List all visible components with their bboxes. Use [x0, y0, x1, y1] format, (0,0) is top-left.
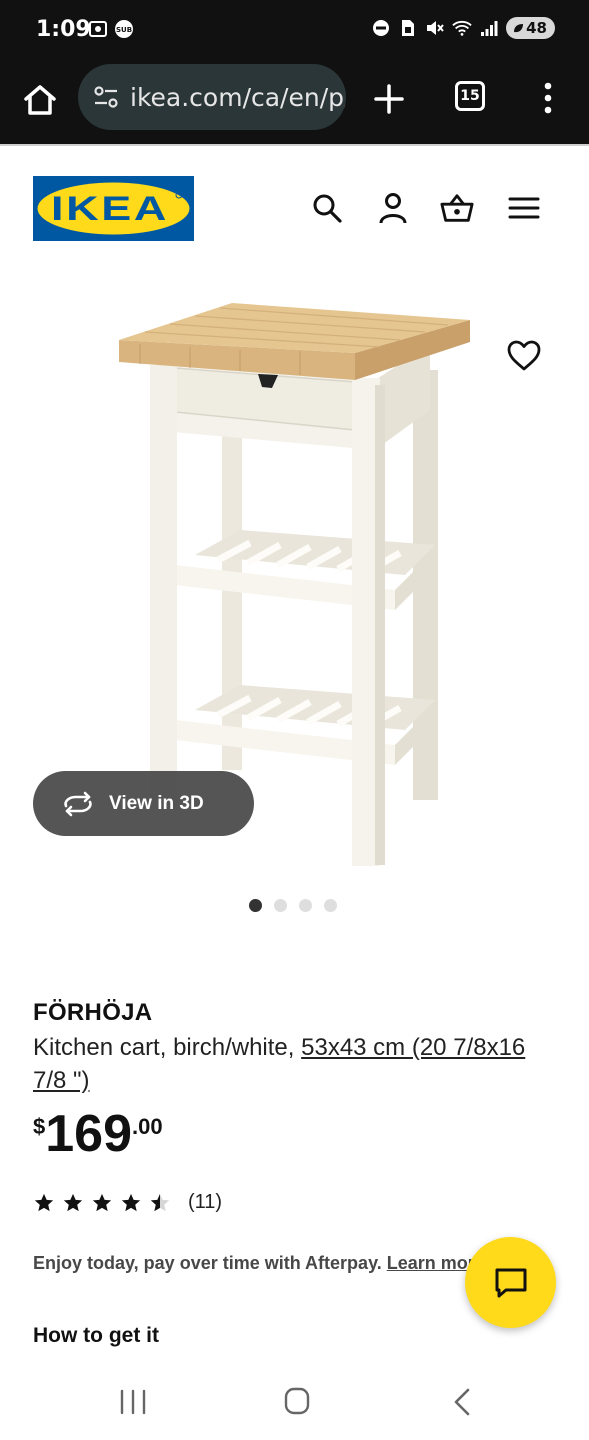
account-icon[interactable]: [376, 191, 410, 225]
product-rating[interactable]: (11): [33, 1191, 222, 1214]
browser-toolbar: ikea.com/ca/en/p/ 15: [0, 60, 589, 144]
status-bar: 1:09 SUB 48: [0, 0, 589, 60]
system-home-icon[interactable]: [283, 1386, 311, 1416]
ikea-logo[interactable]: IKEA: [33, 176, 194, 241]
new-tab-icon[interactable]: [370, 80, 408, 118]
browser-menu-icon[interactable]: [536, 78, 560, 118]
tab-switcher-button[interactable]: 15: [455, 81, 485, 111]
price-decimal: .00: [132, 1114, 163, 1139]
star-icon: [121, 1193, 141, 1211]
home-icon[interactable]: [20, 80, 60, 120]
rotate-3d-icon: [64, 791, 92, 816]
svg-text:IKEA: IKEA: [51, 190, 169, 228]
hamburger-icon[interactable]: [507, 191, 541, 225]
chat-icon: [495, 1268, 526, 1297]
star-icon: [92, 1193, 112, 1211]
tab-count: 15: [460, 88, 480, 104]
sim-icon: [398, 18, 418, 38]
afterpay-message: Enjoy today, pay over time with Afterpay…: [33, 1253, 493, 1274]
status-time: 1:09: [36, 17, 91, 42]
leaf-icon: [514, 24, 524, 33]
price-integer: 169: [45, 1105, 133, 1163]
star-icon: [63, 1193, 83, 1211]
how-to-get-heading: How to get it: [33, 1324, 159, 1347]
recent-apps-icon[interactable]: [118, 1388, 148, 1416]
battery-indicator: 48: [506, 17, 555, 39]
screenshot-icon: [88, 19, 108, 39]
gallery-dot-3[interactable]: [299, 899, 312, 912]
view-in-3d-label: View in 3D: [109, 792, 204, 814]
wifi-icon: [452, 18, 472, 38]
dnd-icon: [371, 18, 391, 38]
rating-count: (11): [188, 1191, 223, 1213]
view-in-3d-button[interactable]: View in 3D: [33, 771, 254, 836]
url-text: ikea.com/ca/en/p/: [130, 82, 346, 112]
favorite-heart-icon[interactable]: [506, 338, 542, 374]
gallery-dot-4[interactable]: [324, 899, 337, 912]
address-bar[interactable]: ikea.com/ca/en/p/: [78, 64, 346, 130]
browser-divider: [0, 144, 589, 146]
gallery-dot-2[interactable]: [274, 899, 287, 912]
search-icon[interactable]: [310, 191, 344, 225]
product-type: Kitchen cart, birch/white,: [33, 1034, 302, 1061]
chat-button[interactable]: [465, 1237, 556, 1328]
signal-icon: [479, 18, 499, 38]
price-currency: $: [33, 1114, 46, 1139]
half-star-icon: [150, 1193, 170, 1211]
app-badge-icon: SUB: [114, 19, 134, 39]
back-icon[interactable]: [450, 1386, 474, 1418]
product-name: FÖRHÖJA: [33, 999, 153, 1026]
svg-text:SUB: SUB: [116, 26, 132, 34]
basket-icon[interactable]: [440, 191, 474, 225]
mute-icon: [425, 18, 445, 38]
gallery-dot-1[interactable]: [249, 899, 262, 912]
star-icon: [34, 1193, 54, 1211]
product-description: Kitchen cart, birch/white, 53x43 cm (20 …: [33, 1031, 533, 1097]
gallery-pagination: [249, 899, 337, 912]
system-navigation-bar: [0, 1368, 589, 1440]
battery-level: 48: [526, 19, 547, 37]
afterpay-text: Enjoy today, pay over time with Afterpay…: [33, 1253, 387, 1273]
product-price: $ 169 .00: [33, 1108, 163, 1160]
site-settings-icon[interactable]: [92, 83, 120, 111]
